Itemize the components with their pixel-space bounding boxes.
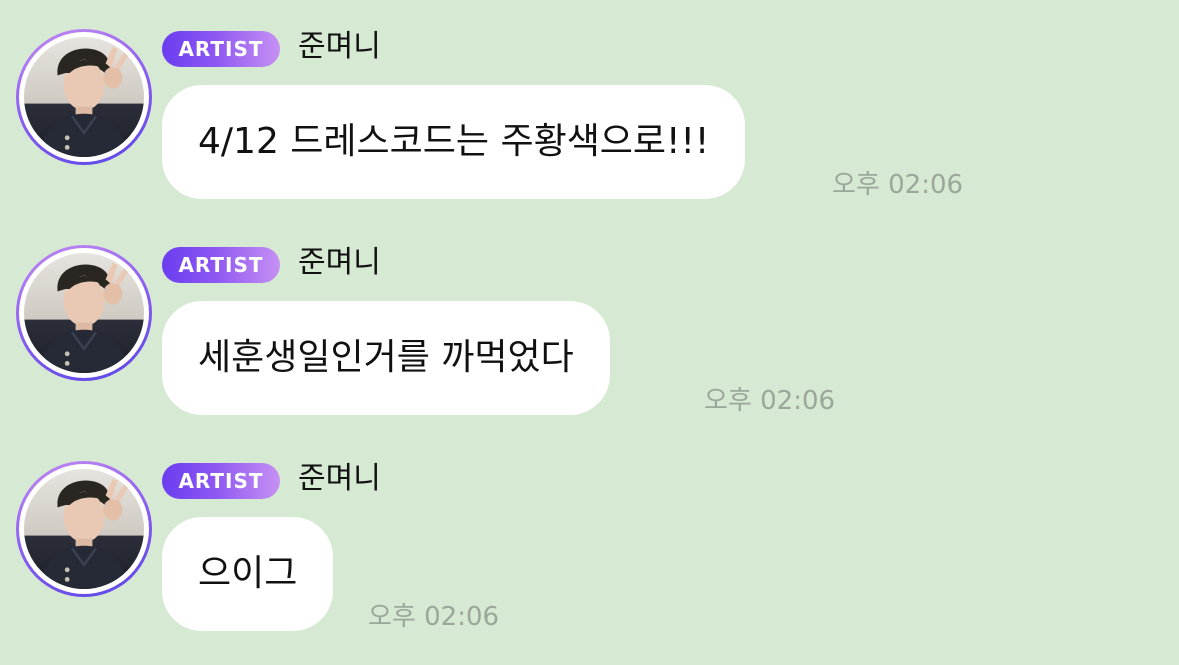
artist-avatar[interactable]: [16, 29, 152, 165]
artist-badge: ARTIST: [162, 247, 280, 283]
person-portrait-icon: [40, 478, 129, 589]
artist-badge: ARTIST: [162, 463, 280, 499]
avatar-photo: [24, 37, 144, 157]
message-bubble[interactable]: 4/12 드레스코드는 주황색으로!!!: [162, 85, 746, 199]
artist-avatar[interactable]: [16, 461, 152, 597]
message-timestamp: 오후 02:06: [832, 170, 964, 200]
sender-name: 준며니: [298, 461, 381, 496]
avatar-photo: [24, 469, 144, 589]
chat-message: ARTIST 준며니 으이그 오후 02:06: [0, 449, 1179, 665]
artist-badge: ARTIST: [162, 31, 280, 67]
sender-name: 준며니: [298, 245, 381, 280]
chat-message: ARTIST 준며니 4/12 드레스코드는 주황색으로!!! 오후 02:06: [0, 17, 1179, 233]
message-bubble[interactable]: 세훈생일인거를 까먹었다: [162, 301, 610, 415]
sender-name: 준며니: [298, 29, 381, 64]
message-timestamp: 오후 02:06: [368, 602, 500, 632]
person-portrait-icon: [40, 46, 129, 157]
message-timestamp: 오후 02:06: [704, 386, 836, 416]
chat-message: ARTIST 준며니 세훈생일인거를 까먹었다 오후 02:06: [0, 233, 1179, 449]
artist-avatar[interactable]: [16, 245, 152, 381]
message-bubble[interactable]: 으이그: [162, 517, 334, 631]
avatar-photo: [24, 253, 144, 373]
person-portrait-icon: [40, 262, 129, 373]
